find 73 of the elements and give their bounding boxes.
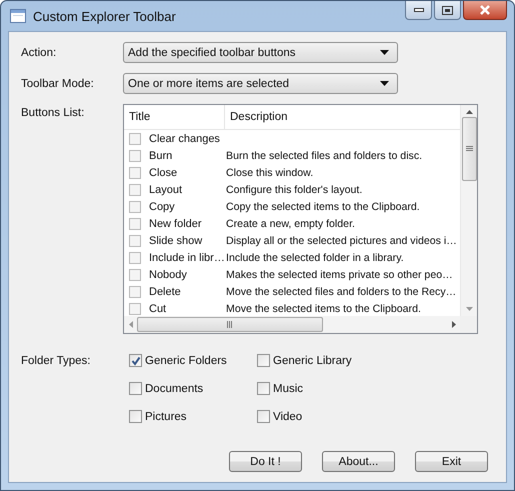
row-checkbox[interactable] bbox=[129, 268, 141, 280]
close-button[interactable] bbox=[463, 1, 507, 20]
title-cell: Cut bbox=[149, 302, 166, 314]
row-checkbox[interactable] bbox=[129, 286, 141, 298]
toolbar-mode-label: Toolbar Mode: bbox=[21, 78, 95, 90]
vertical-scrollbar[interactable] bbox=[460, 105, 477, 316]
minimize-icon bbox=[414, 8, 424, 12]
description-cell-text: Burn the selected files and folders to disc. bbox=[225, 150, 424, 162]
close-icon bbox=[479, 5, 491, 15]
scroll-up-arrow-icon[interactable] bbox=[466, 110, 472, 114]
scroll-right-arrow-icon[interactable] bbox=[452, 321, 456, 328]
maximize-button[interactable] bbox=[434, 1, 461, 20]
toolbar-mode-dropdown[interactable]: One or more items are selected bbox=[123, 73, 398, 94]
checkbox[interactable] bbox=[257, 382, 270, 395]
title-cell: Clear changes bbox=[149, 132, 220, 144]
checkbox-label: Generic Library bbox=[273, 354, 352, 366]
checkbox-label: Video bbox=[273, 410, 302, 422]
row-checkbox[interactable] bbox=[129, 234, 141, 246]
row-checkbox[interactable] bbox=[129, 200, 141, 212]
minimize-button[interactable] bbox=[405, 1, 432, 20]
window-title: Custom Explorer Toolbar bbox=[33, 8, 176, 24]
checkbox-label: Music bbox=[273, 382, 304, 394]
title-cell: Include in libr… bbox=[149, 252, 225, 264]
grip-icon bbox=[227, 321, 233, 328]
checkbox[interactable] bbox=[129, 382, 142, 395]
checkbox[interactable] bbox=[257, 354, 270, 367]
description-cell-text: Copy the selected items to the Clipboard. bbox=[225, 200, 421, 212]
row-checkbox[interactable] bbox=[129, 166, 141, 178]
description-cell-text: Move the selected items to the Clipboard. bbox=[225, 302, 422, 314]
maximize-icon bbox=[442, 6, 453, 14]
folder-types-label: Folder Types: bbox=[21, 354, 92, 367]
action-label: Action: bbox=[21, 46, 58, 58]
scroll-down-arrow-icon[interactable] bbox=[466, 307, 472, 311]
column-header[interactable]: Description bbox=[225, 105, 460, 129]
description-cell-text: Close this window. bbox=[225, 166, 314, 178]
scroll-left-arrow-icon[interactable] bbox=[129, 321, 133, 328]
title-cell: Delete bbox=[149, 286, 181, 298]
title-cell: New folder bbox=[149, 218, 202, 230]
row-checkbox[interactable] bbox=[129, 252, 141, 264]
action-dropdown[interactable]: Add the specified toolbar buttons bbox=[123, 42, 398, 63]
title-cell: Slide show bbox=[149, 234, 202, 246]
dialog-button[interactable]: Exit bbox=[415, 451, 488, 472]
description-cell-text: Display all or the selected pictures and videos i… bbox=[225, 234, 458, 246]
title-cell: Nobody bbox=[149, 268, 187, 280]
description-cell-text: Makes the selected items private so other peo… bbox=[225, 268, 454, 280]
dialog-button[interactable]: About... bbox=[322, 451, 395, 472]
row-checkbox[interactable] bbox=[129, 302, 141, 314]
grip-icon bbox=[466, 146, 472, 152]
checkbox-label: Documents bbox=[145, 382, 204, 394]
buttons-list-label: Buttons List: bbox=[21, 106, 86, 119]
title-cell: Burn bbox=[149, 150, 172, 162]
checkbox[interactable] bbox=[129, 410, 142, 423]
column-header[interactable]: Title bbox=[124, 105, 225, 129]
description-cell-text: Configure this folder's layout. bbox=[225, 184, 364, 196]
row-checkbox[interactable] bbox=[129, 132, 141, 144]
description-cell-text: Move the selected files and folders to the Recy… bbox=[225, 286, 458, 298]
window-icon bbox=[10, 9, 26, 23]
checkbox[interactable] bbox=[257, 410, 270, 423]
checkmark-icon bbox=[130, 356, 140, 366]
dropdown-arrow-icon bbox=[380, 81, 389, 86]
row-checkbox[interactable] bbox=[129, 150, 141, 162]
checkbox[interactable] bbox=[129, 354, 142, 367]
dropdown-arrow-icon bbox=[380, 50, 389, 55]
checkbox-label: Generic Folders bbox=[145, 354, 227, 366]
row-checkbox[interactable] bbox=[129, 218, 141, 230]
description-cell-text: Include the selected folder in a library. bbox=[225, 252, 405, 264]
row-checkbox[interactable] bbox=[129, 184, 141, 196]
title-cell: Close bbox=[149, 166, 178, 178]
description-cell-text: Create a new, empty folder. bbox=[225, 218, 356, 230]
dialog-button[interactable]: Do It ! bbox=[229, 451, 302, 472]
title-cell: Layout bbox=[149, 184, 182, 196]
title-cell: Copy bbox=[149, 200, 175, 212]
checkbox-label: Pictures bbox=[145, 410, 187, 422]
